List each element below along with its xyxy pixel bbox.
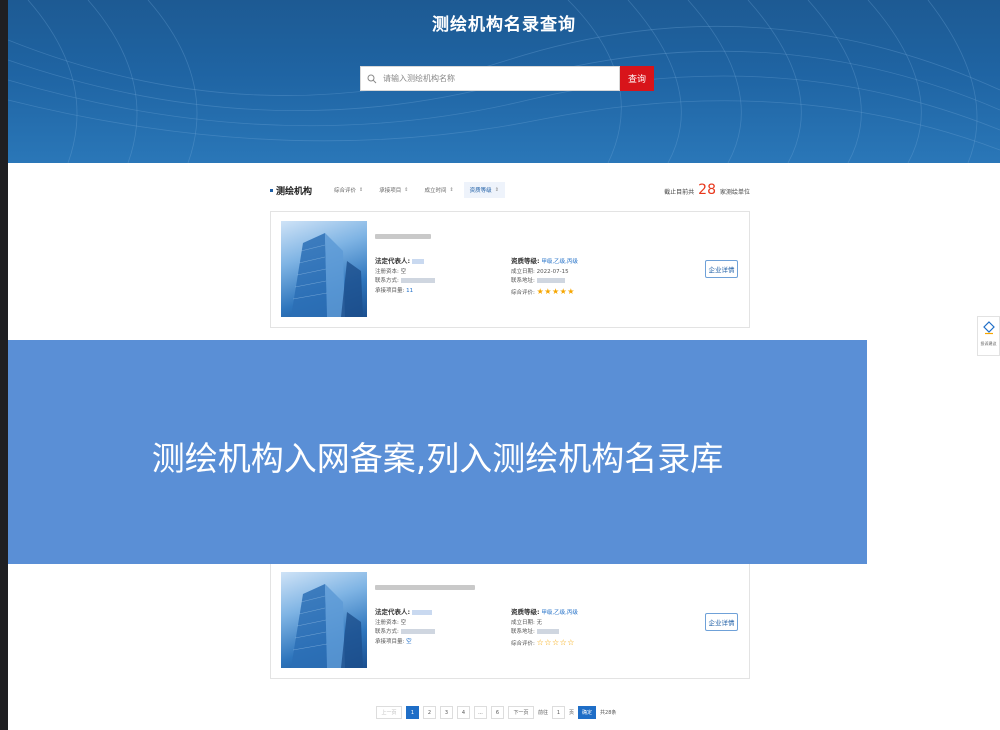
total-count: 共28条 xyxy=(600,710,617,716)
goto-label: 前往 xyxy=(538,710,549,716)
rating-stars-icon: ☆☆☆☆☆ xyxy=(536,637,575,647)
contact-redacted xyxy=(400,629,435,634)
contact-label: 联系方式: xyxy=(375,629,399,635)
org-thumbnail xyxy=(281,572,367,668)
title-marker xyxy=(270,188,273,192)
date-value: 2022-07-15 xyxy=(536,268,569,275)
qual-value: 甲级,乙级,丙级 xyxy=(541,259,578,265)
contact-redacted xyxy=(400,278,435,283)
org-name-redacted xyxy=(375,234,431,239)
address-redacted xyxy=(536,629,559,634)
address-label: 联系地址: xyxy=(511,629,535,635)
date-value: 无 xyxy=(536,619,543,626)
page-ellipsis: ... xyxy=(474,706,487,719)
rating-label: 综合评价: xyxy=(511,289,535,296)
rating-label: 综合评价: xyxy=(511,640,535,647)
info-right: 资质等级: 甲级,乙级,丙级 成立日期: 无 联系地址: 综合评价: ☆☆☆☆☆ xyxy=(511,608,578,649)
org-card: 法定代表人: 注册资本: 空 联系方式: 承接项目量: 空 资质等级: 甲级,乙… xyxy=(270,562,750,679)
sort-arrows-icon: ⇕ xyxy=(494,187,499,193)
pagination: 上一页 1 2 3 4 ... 6 下一页 前往 1 页 确定 共28条 xyxy=(376,706,616,719)
search-input[interactable] xyxy=(383,74,613,83)
legal-rep-redacted xyxy=(411,610,432,615)
contact-label: 联系方式: xyxy=(375,278,399,284)
search-banner: 测绘机构名录查询 查询 xyxy=(8,0,1000,163)
caption-text: 测绘机构入网备案,列入测绘机构名录库 xyxy=(151,439,724,478)
qual-label: 资质等级: xyxy=(511,257,540,265)
capital-label: 注册资本: xyxy=(375,268,399,275)
sort-label: 承接项目 xyxy=(379,188,402,194)
date-label: 成立日期: xyxy=(511,268,535,275)
page-button[interactable]: 4 xyxy=(457,706,470,719)
projects-label: 承接项目量: xyxy=(375,287,405,294)
info-left: 法定代表人: 注册资本: 空 联系方式: 承接项目量: 空 xyxy=(375,608,435,647)
feedback-icon xyxy=(982,320,996,339)
capital-value: 空 xyxy=(400,619,407,626)
section-title: 测绘机构 xyxy=(270,184,312,197)
feedback-widget[interactable]: 投诉建议 xyxy=(977,316,1000,356)
count-prefix: 截止目前共 xyxy=(664,189,695,196)
page-button[interactable]: 6 xyxy=(491,706,504,719)
address-label: 联系地址: xyxy=(511,278,535,284)
sort-label: 成立时间 xyxy=(424,188,447,194)
rating-stars-icon: ★★★★★ xyxy=(536,286,575,296)
sort-arrows-icon: ⇕ xyxy=(449,187,454,193)
legal-rep-label: 法定代表人: xyxy=(375,608,411,616)
feedback-label: 投诉建议 xyxy=(980,341,997,346)
org-thumbnail xyxy=(281,221,367,317)
projects-value: 空 xyxy=(406,638,412,645)
projects-value: 11 xyxy=(406,287,414,294)
sort-label: 综合评价 xyxy=(334,188,357,194)
capital-value: 空 xyxy=(400,268,407,275)
caption-overlay: 测绘机构入网备案,列入测绘机构名录库 xyxy=(8,340,867,564)
sort-label: 资质等级 xyxy=(469,188,492,194)
sort-projects[interactable]: 承接项目 ⇕ xyxy=(373,182,414,198)
sort-rating[interactable]: 综合评价 ⇕ xyxy=(328,182,369,198)
capital-label: 注册资本: xyxy=(375,619,399,626)
page-button[interactable]: 3 xyxy=(440,706,453,719)
page-button[interactable]: 1 xyxy=(406,706,419,719)
sort-founded[interactable]: 成立时间 ⇕ xyxy=(418,182,459,198)
detail-button[interactable]: 企业详情 xyxy=(705,260,738,278)
result-count: 截止目前共 28 家测绘单位 xyxy=(664,182,750,198)
search-icon xyxy=(361,74,383,84)
search-box[interactable] xyxy=(360,66,620,91)
search-button[interactable]: 查询 xyxy=(620,66,654,91)
sort-qualification[interactable]: 资质等级 ⇕ xyxy=(463,182,505,198)
projects-label: 承接项目量: xyxy=(375,638,405,645)
count-number: 28 xyxy=(698,182,716,198)
sort-arrows-icon: ⇕ xyxy=(359,187,364,193)
section-title-text: 测绘机构 xyxy=(276,186,313,197)
page-button[interactable]: 2 xyxy=(423,706,436,719)
goto-page-input[interactable]: 1 xyxy=(552,706,566,719)
page-unit: 页 xyxy=(569,710,575,716)
qual-value: 甲级,乙级,丙级 xyxy=(541,610,578,616)
confirm-button[interactable]: 确定 xyxy=(578,706,597,719)
org-name-redacted xyxy=(375,585,475,590)
org-card: 法定代表人: 注册资本: 空 联系方式: 承接项目量: 11 资质等级: 甲级,… xyxy=(270,211,750,328)
sort-arrows-icon: ⇕ xyxy=(404,187,409,193)
address-redacted xyxy=(536,278,565,283)
list-toolbar: 测绘机构 综合评价 ⇕ 承接项目 ⇕ 成立时间 ⇕ 资质等级 ⇕ 截止目前共 28 家测… xyxy=(270,180,750,200)
detail-button[interactable]: 企业详情 xyxy=(705,613,738,631)
date-label: 成立日期: xyxy=(511,619,535,626)
page-title: 测绘机构名录查询 xyxy=(432,15,576,35)
prev-page-button[interactable]: 上一页 xyxy=(376,706,402,719)
info-right: 资质等级: 甲级,乙级,丙级 成立日期: 2022-07-15 联系地址: 综合… xyxy=(511,257,578,298)
next-page-button[interactable]: 下一页 xyxy=(508,706,534,719)
qual-label: 资质等级: xyxy=(511,608,540,616)
legal-rep-redacted xyxy=(411,259,424,264)
legal-rep-label: 法定代表人: xyxy=(375,257,411,265)
count-suffix: 家测绘单位 xyxy=(719,189,750,196)
info-left: 法定代表人: 注册资本: 空 联系方式: 承接项目量: 11 xyxy=(375,257,435,296)
